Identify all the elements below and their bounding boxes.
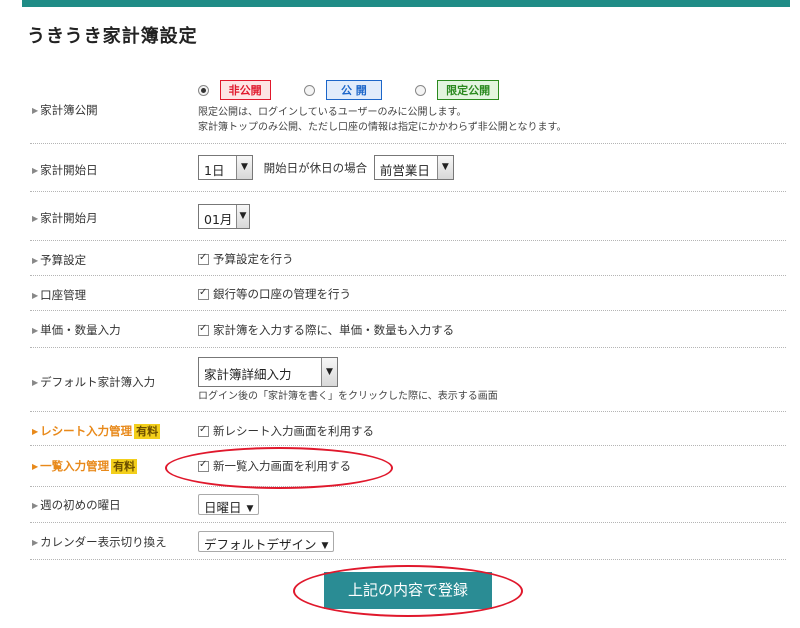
publish-note-line2: 家計簿トップのみ公開、ただし口座の情報は指定にかかわらず非公開となります。 [198,122,567,133]
row-label: 予算設定 [40,253,87,267]
calendar-select[interactable]: デフォルトデザイン ▼ [198,531,335,552]
row-label: レシート入力管理 [40,424,133,438]
holiday-select[interactable]: 前営業日 ▼ [373,155,454,180]
receipt-checkbox-label[interactable]: 新レシート入力画面を利用する [213,424,374,438]
account-checkbox[interactable] [198,287,209,300]
default-input-select[interactable]: 家計簿詳細入力 ▼ [198,357,338,387]
settings-row-publish: ▶ 家計簿公開 非公開 公 開 限定公開 限定公開は、ログインしているユーザーのみ… [30,70,786,144]
unit-price-checkbox-label[interactable]: 家計簿を入力する際に、単価・数量も入力する [213,323,454,337]
row-label: デフォルト家計簿入力 [40,375,156,389]
triangle-bullet-icon: ▶ [32,501,39,510]
private-pill[interactable]: 非公開 [219,80,271,100]
settings-row-account: ▶口座管理 銀行等の口座の管理を行う [30,276,786,311]
start-day-select[interactable]: 1日 ▼ [198,155,253,180]
radio-private[interactable] [198,84,209,96]
row-label: 一覧入力管理 [40,459,110,473]
start-month-select[interactable]: 01月 ▼ [198,204,250,229]
row-label: カレンダー表示切り換え [40,535,167,549]
holiday-label: 開始日が休日の場合 [263,160,368,175]
dropdown-arrow-icon: ▼ [321,358,337,386]
triangle-bullet-icon: ▶ [32,326,39,335]
settings-row-list-input: ▶一覧入力管理有料 新一覧入力画面を利用する [30,446,786,487]
settings-row-start-month: ▶ 家計開始月 01月 ▼ [30,192,786,241]
triangle-bullet-icon: ▶ [32,166,39,175]
public-pill[interactable]: 公 開 [325,80,382,100]
annotation-circle-submit [293,565,523,617]
triangle-bullet-icon: ▶ [32,378,39,387]
settings-row-budget: ▶予算設定 予算設定を行う [30,241,786,276]
budget-checkbox-label[interactable]: 予算設定を行う [213,252,294,266]
select-value: デフォルトデザイン [204,537,317,552]
triangle-bullet-icon: ▶ [32,462,39,471]
row-label: 家計開始月 [40,211,98,225]
settings-row-calendar: ▶ カレンダー表示切り換え デフォルトデザイン ▼ [30,523,786,560]
annotation-circle-list-input [165,447,393,489]
triangle-bullet-icon: ▶ [32,106,39,115]
paid-badge: 有料 [111,459,138,474]
week-start-select[interactable]: 日曜日 ▼ [198,494,260,515]
row-label: 家計簿公開 [40,103,98,117]
dropdown-arrow-icon: ▼ [436,156,453,179]
radio-limited[interactable] [415,84,427,96]
receipt-checkbox[interactable] [198,424,209,437]
triangle-bullet-icon: ▶ [32,256,39,265]
page-title: うきうき家計簿設定 [27,26,198,47]
row-label: 家計開始日 [40,163,98,177]
account-checkbox-label[interactable]: 銀行等の口座の管理を行う [213,287,351,301]
dropdown-arrow-icon: ▼ [321,541,329,551]
triangle-bullet-icon: ▶ [32,214,39,223]
radio-public[interactable] [304,84,316,96]
top-accent-bar [22,0,790,7]
settings-row-receipt: ▶レシート入力管理有料 新レシート入力画面を利用する [30,412,786,446]
row-label: 口座管理 [40,288,87,302]
select-value: 日曜日 [204,500,242,515]
select-value: 前営業日 [379,163,430,178]
triangle-bullet-icon: ▶ [32,538,39,547]
select-value: 1日 [204,163,225,178]
default-input-note: ログイン後の「家計簿を書く」をクリックした際に、表示する画面 [198,391,498,402]
dropdown-arrow-icon: ▼ [236,205,249,228]
dropdown-arrow-icon: ▼ [236,156,252,179]
dropdown-arrow-icon: ▼ [246,504,254,514]
triangle-bullet-icon: ▶ [32,427,39,436]
budget-checkbox[interactable] [198,252,209,265]
settings-row-default-input: ▶ デフォルト家計簿入力 家計簿詳細入力 ▼ ログイン後の「家計簿を書く」をクリッ… [30,348,786,412]
settings-row-start-day: ▶ 家計開始日 1日 ▼ 開始日が休日の場合 前営業日 ▼ [30,144,786,192]
paid-badge: 有料 [134,424,161,439]
settings-row-unit-price: ▶単価・数量入力 家計簿を入力する際に、単価・数量も入力する [30,311,786,348]
unit-price-checkbox[interactable] [198,323,209,336]
triangle-bullet-icon: ▶ [32,291,39,300]
publish-note-line1: 限定公開は、ログインしているユーザーのみに公開します。 [198,107,467,118]
settings-row-week-start: ▶ 週の初めの曜日 日曜日 ▼ [30,487,786,523]
limited-pill[interactable]: 限定公開 [437,80,500,100]
select-value: 家計簿詳細入力 [204,367,292,382]
select-value: 01月 [204,212,233,227]
row-label: 単価・数量入力 [40,323,121,337]
publish-options: 非公開 公 開 限定公開 [198,80,500,100]
row-label: 週の初めの曜日 [40,498,121,512]
